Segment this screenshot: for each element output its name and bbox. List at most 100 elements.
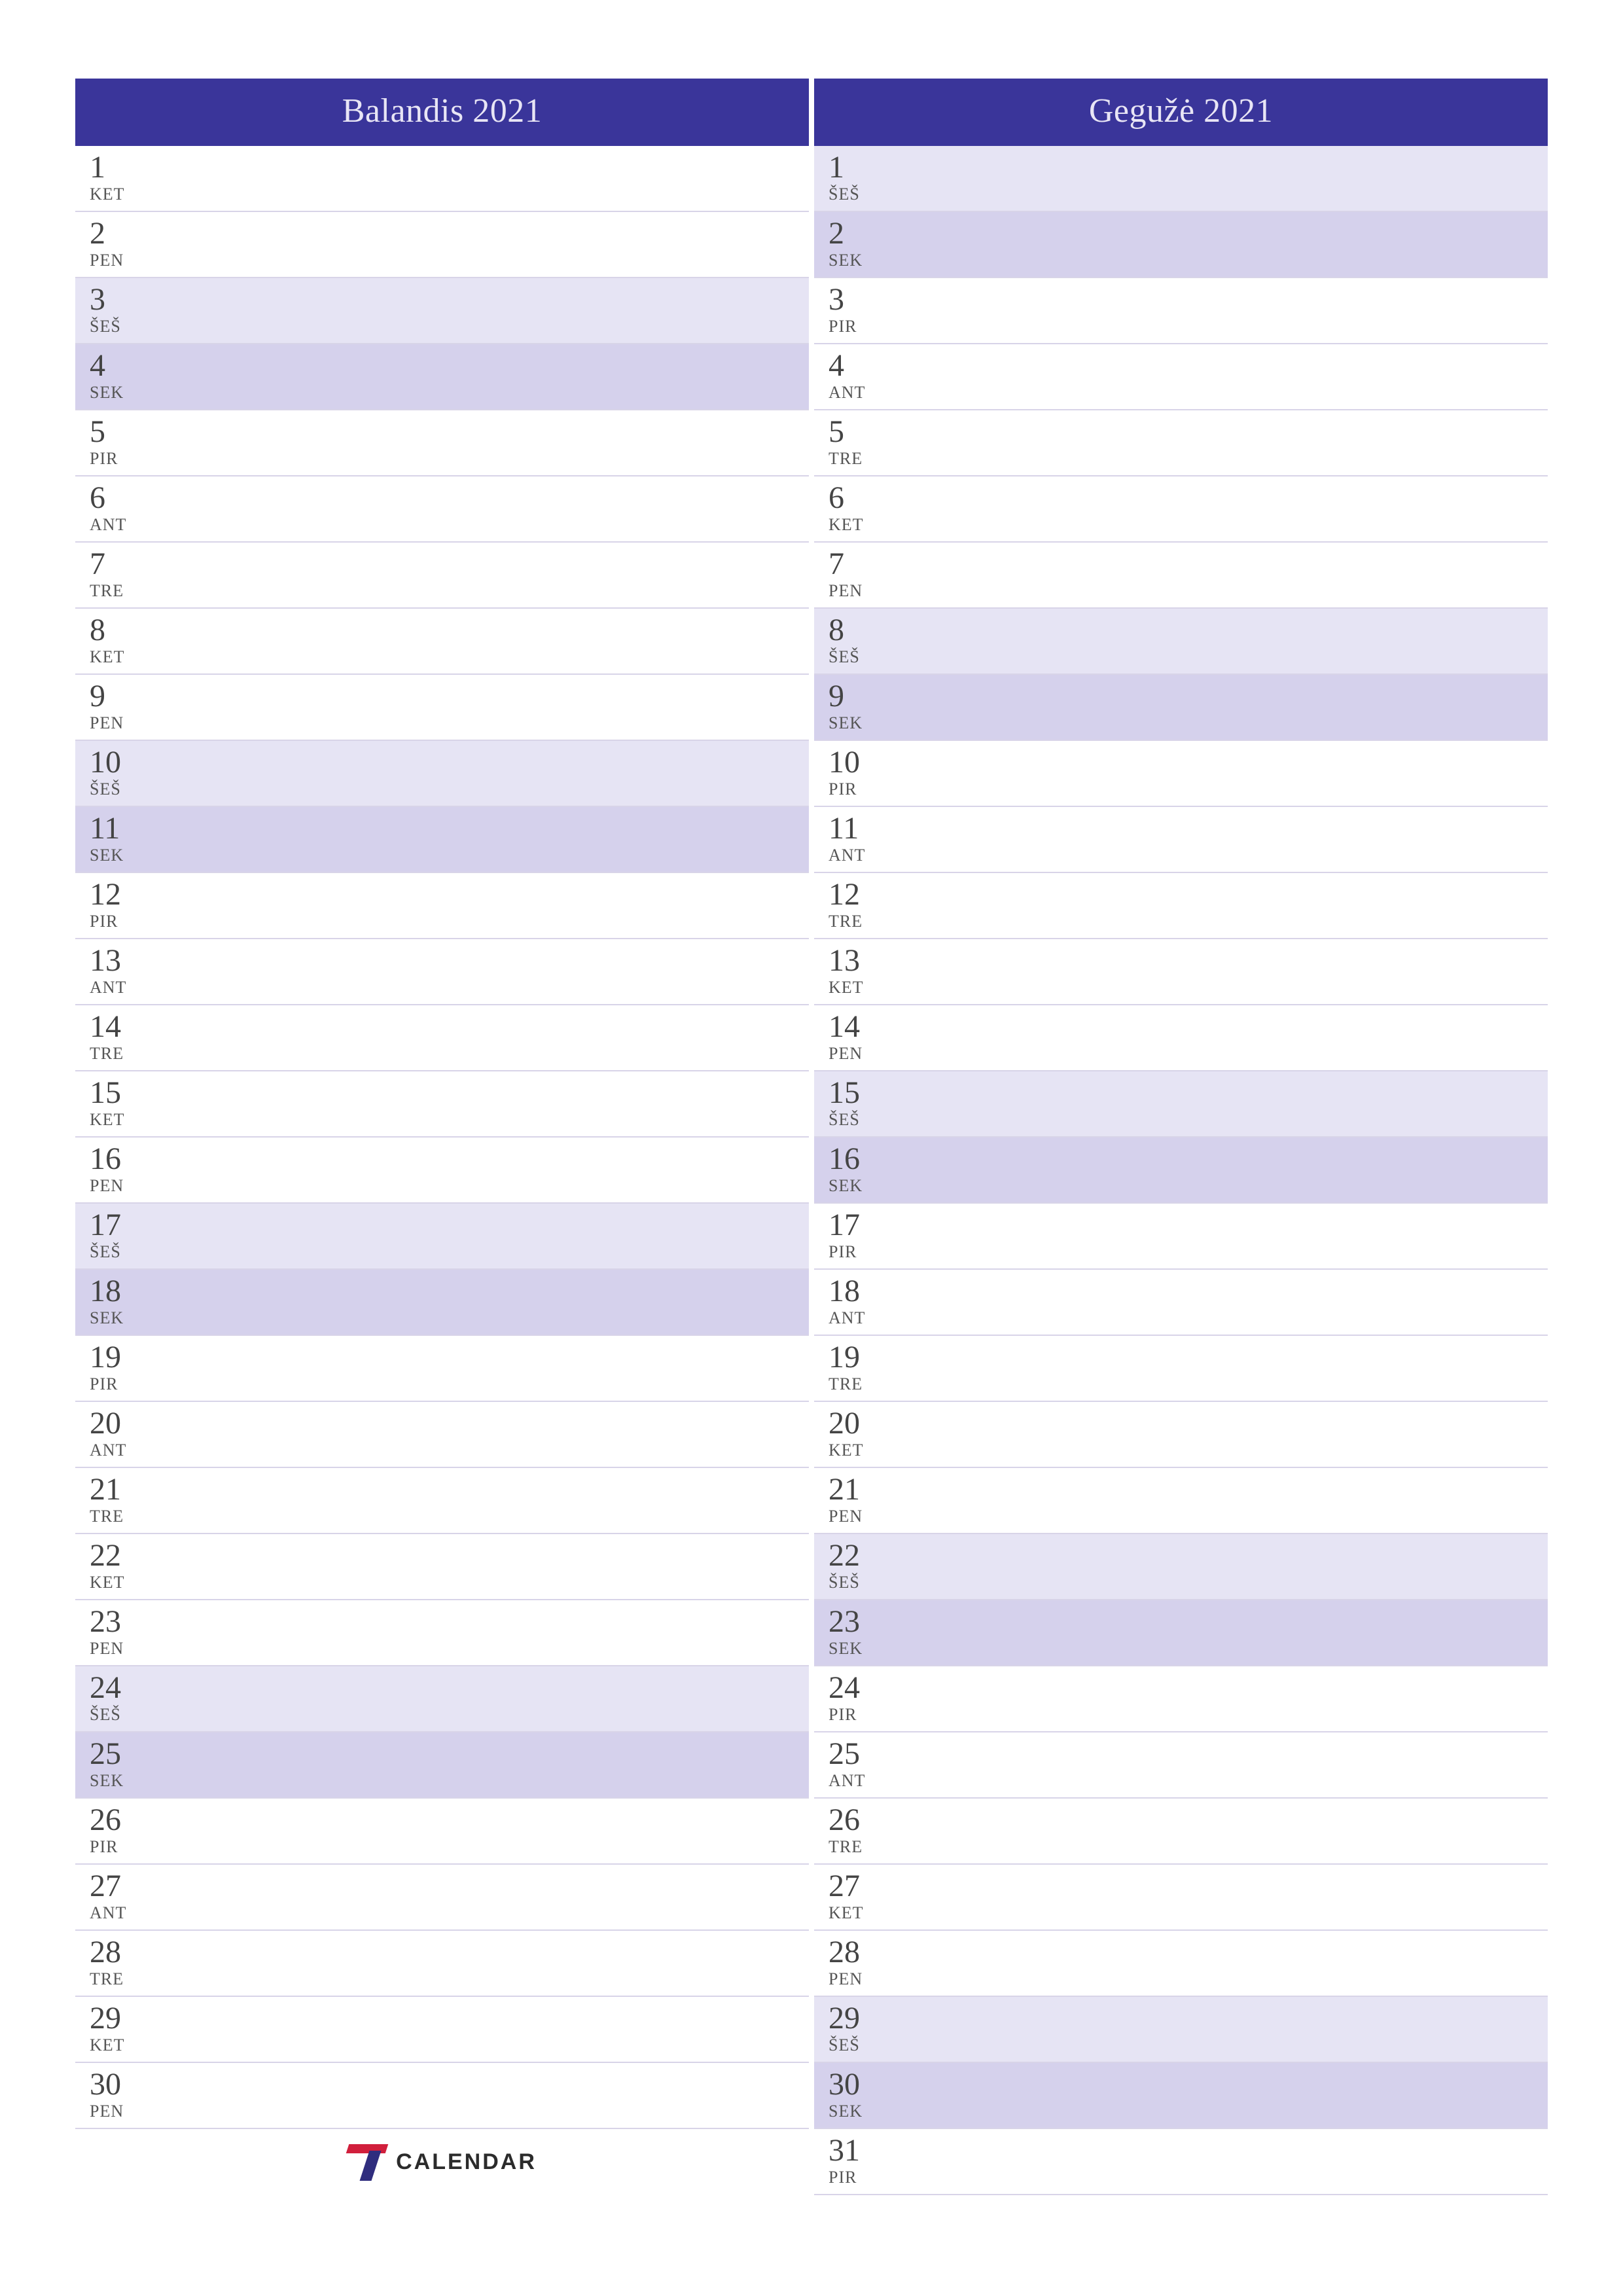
day-row: 2SEK: [814, 212, 1548, 278]
day-weekday: ANT: [90, 1904, 149, 1922]
day-number: 19: [90, 1341, 149, 1374]
day-number: 30: [90, 2068, 149, 2101]
day-label: 3ŠEŠ: [90, 283, 149, 336]
day-number: 8: [90, 614, 149, 647]
day-row: 15ŠEŠ: [814, 1071, 1548, 1138]
day-label: 1KET: [90, 151, 149, 204]
day-row: 27KET: [814, 1865, 1548, 1931]
day-row: 31PIR: [814, 2129, 1548, 2195]
day-label: 14TRE: [90, 1011, 149, 1063]
day-row: 10ŠEŠ: [75, 741, 809, 807]
day-number: 9: [90, 680, 149, 713]
day-row: 8KET: [75, 609, 809, 675]
day-weekday: SEK: [829, 251, 887, 269]
day-weekday: TRE: [829, 1838, 887, 1856]
day-label: 12PIR: [90, 878, 149, 931]
day-row: 30SEK: [814, 2063, 1548, 2129]
day-number: 16: [829, 1143, 887, 1175]
day-weekday: TRE: [90, 1970, 149, 1988]
day-row: 21PEN: [814, 1468, 1548, 1534]
day-row: 25SEK: [75, 1732, 809, 1799]
day-row: 30PEN: [75, 2063, 809, 2129]
day-label: 17PIR: [829, 1209, 887, 1261]
day-row: 17PIR: [814, 1204, 1548, 1270]
day-weekday: TRE: [829, 912, 887, 930]
brand-logo: CALENDAR: [75, 2129, 809, 2195]
day-number: 1: [829, 151, 887, 184]
day-number: 13: [829, 944, 887, 977]
day-row: 20KET: [814, 1402, 1548, 1468]
day-label: 30SEK: [829, 2068, 887, 2121]
day-label: 22ŠEŠ: [829, 1539, 887, 1592]
day-weekday: PIR: [90, 1375, 149, 1393]
day-row: 18ANT: [814, 1270, 1548, 1336]
day-label: 26PIR: [90, 1804, 149, 1856]
day-label: 9PEN: [90, 680, 149, 732]
day-label: 6ANT: [90, 482, 149, 534]
day-number: 11: [829, 812, 887, 845]
day-weekday: TRE: [90, 582, 149, 600]
day-number: 15: [829, 1077, 887, 1109]
day-weekday: SEK: [90, 846, 149, 864]
day-label: 7PEN: [829, 548, 887, 600]
day-number: 24: [90, 1672, 149, 1704]
day-label: 18ANT: [829, 1275, 887, 1327]
day-row: 26PIR: [75, 1799, 809, 1865]
seven-icon: [348, 2144, 387, 2181]
day-label: 2PEN: [90, 217, 149, 270]
day-weekday: KET: [90, 185, 149, 203]
day-weekday: PIR: [90, 912, 149, 930]
day-number: 15: [90, 1077, 149, 1109]
day-label: 5PIR: [90, 416, 149, 468]
day-weekday: TRE: [829, 1375, 887, 1393]
day-row: 22KET: [75, 1534, 809, 1600]
day-weekday: ANT: [829, 846, 887, 864]
day-row: 24 ŠEŠ: [75, 1666, 809, 1732]
day-number: 27: [90, 1870, 149, 1903]
day-number: 10: [90, 746, 149, 779]
day-label: 9SEK: [829, 680, 887, 732]
day-label: 16SEK: [829, 1143, 887, 1195]
day-number: 19: [829, 1341, 887, 1374]
day-label: 16PEN: [90, 1143, 149, 1195]
day-label: 11ANT: [829, 812, 887, 865]
day-number: 17: [829, 1209, 887, 1242]
day-weekday: ANT: [829, 1309, 887, 1327]
day-label: 24 ŠEŠ: [90, 1672, 149, 1724]
day-number: 26: [90, 1804, 149, 1837]
day-label: 26TRE: [829, 1804, 887, 1856]
day-label: 13KET: [829, 944, 887, 997]
day-label: 19PIR: [90, 1341, 149, 1393]
day-weekday: PEN: [90, 2102, 149, 2120]
day-weekday: KET: [829, 516, 887, 533]
day-row: 4ANT: [814, 344, 1548, 410]
month-title: Balandis 2021: [75, 79, 809, 146]
day-number: 11: [90, 812, 149, 845]
day-label: 21TRE: [90, 1473, 149, 1526]
day-label: 17ŠEŠ: [90, 1209, 149, 1261]
day-row: 23PEN: [75, 1600, 809, 1666]
day-label: 29ŠEŠ: [829, 2002, 887, 2054]
day-number: 7: [90, 548, 149, 581]
day-row: 2PEN: [75, 212, 809, 278]
day-weekday: ANT: [90, 516, 149, 533]
day-label: 14PEN: [829, 1011, 887, 1063]
month-title: Gegužė 2021: [814, 79, 1548, 146]
day-weekday: KET: [90, 1573, 149, 1591]
day-weekday: ŠEŠ: [90, 1706, 149, 1723]
day-number: 12: [829, 878, 887, 911]
day-weekday: PEN: [829, 1507, 887, 1525]
day-number: 13: [90, 944, 149, 977]
day-weekday: TRE: [90, 1045, 149, 1062]
day-number: 2: [829, 217, 887, 250]
day-row: 7TRE: [75, 543, 809, 609]
day-number: 18: [829, 1275, 887, 1308]
day-label: 20ANT: [90, 1407, 149, 1460]
day-number: 10: [829, 746, 887, 779]
day-number: 16: [90, 1143, 149, 1175]
day-number: 5: [90, 416, 149, 448]
day-number: 21: [829, 1473, 887, 1506]
day-weekday: PIR: [90, 1838, 149, 1856]
day-number: 14: [829, 1011, 887, 1043]
day-label: 19TRE: [829, 1341, 887, 1393]
